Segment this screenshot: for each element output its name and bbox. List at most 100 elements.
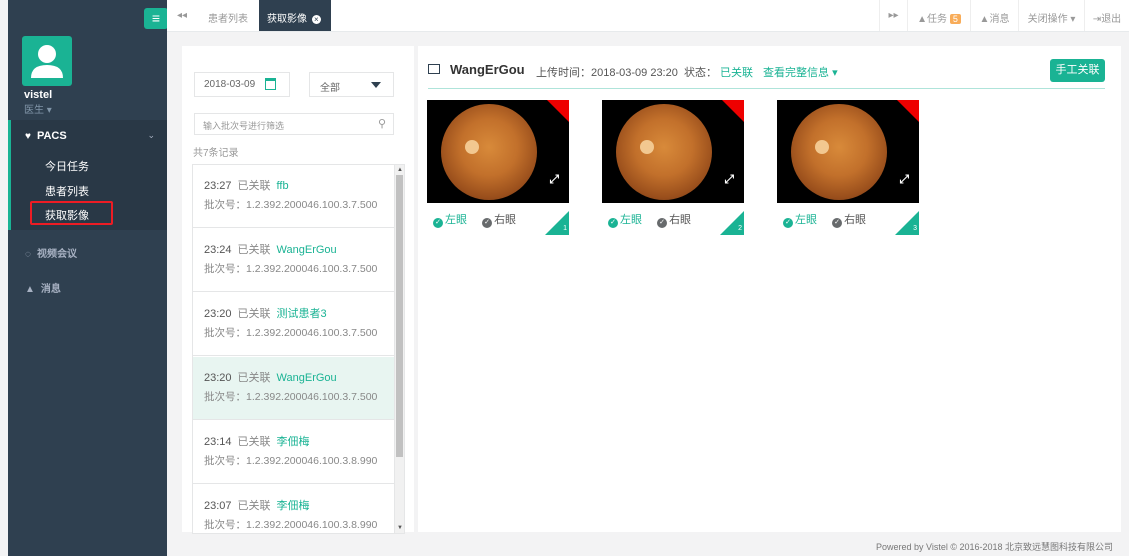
tasks-button[interactable]: ▲任务 5 [907, 0, 970, 31]
scroll-thumb[interactable] [396, 175, 403, 457]
record-time: 23:20 [204, 308, 232, 320]
scroll-down-icon[interactable]: ▼ [397, 525, 403, 531]
right-eye-radio[interactable]: ✓ 右眼 [832, 214, 867, 228]
top-bar: ◂◂ 患者列表 获取影像 × ▸▸ ▲任务 5 ▲消息 关闭操作 ▾ ⇥退出 [167, 0, 1129, 32]
tab-get-images[interactable]: 获取影像 × [259, 0, 331, 31]
right-eye-radio[interactable]: ✓ 右眼 [657, 214, 692, 228]
list-item[interactable]: 23:20 已关联 测试患者3 批次号：1.2.392.200046.100.3.7… [193, 293, 395, 356]
right-eye-label: 右眼 [494, 214, 517, 226]
search-icon[interactable]: ⚲ [378, 117, 386, 130]
expand-icon[interactable]: ⤢ [549, 172, 559, 187]
comment-icon: ◌ [25, 249, 31, 260]
check-circle-icon: ✓ [657, 218, 668, 228]
tabs-scroll-left-icon[interactable]: ◂◂ [177, 10, 187, 21]
record-status: 已关联 [237, 308, 271, 320]
record-patient-link[interactable]: WangErGou [277, 244, 337, 256]
sidebar-item-video-conference[interactable]: ◌ 视频会议 [25, 245, 77, 260]
status-select[interactable]: 全部 [309, 72, 394, 97]
list-item[interactable]: 23:27 已关联 ffb 批次号：1.2.392.200046.100.3.7.5… [193, 165, 395, 228]
bell-icon: ▲ [979, 14, 990, 25]
record-batch: 1.2.392.200046.100.3.7.500 [246, 391, 378, 403]
messages-button[interactable]: ▲消息 [970, 0, 1018, 31]
check-circle-icon: ✓ [783, 218, 793, 228]
fundus-image-card[interactable]: ⤢ ✓ 左眼 ✓ 右眼 3 [777, 100, 919, 238]
batch-label: 批次号： [204, 199, 246, 211]
close-icon[interactable]: × [311, 15, 321, 24]
list-item[interactable]: 23:14 已关联 李佃梅 批次号：1.2.392.200046.100.3.8.9… [193, 421, 395, 484]
logout-button[interactable]: ⇥退出 [1084, 0, 1129, 31]
right-eye-label: 右眼 [669, 214, 692, 226]
record-count: 共7条记录 [193, 148, 239, 159]
sidebar-item-messages[interactable]: ▲ 消息 [25, 280, 61, 295]
state-value: 已关联 [720, 67, 753, 79]
date-picker[interactable]: 2018-03-09 [194, 72, 290, 97]
batch-label: 批次号： [204, 519, 246, 531]
record-batch: 1.2.392.200046.100.3.8.990 [246, 519, 378, 531]
sidebar-toggle-button[interactable]: ≡ [144, 8, 168, 29]
fundus-image[interactable]: ⤢ [427, 100, 569, 203]
status-value: 全部 [320, 83, 340, 94]
right-eye-label: 右眼 [844, 214, 867, 226]
state-label: 状态： [684, 67, 717, 79]
tab-patient-list[interactable]: 患者列表 [208, 10, 248, 25]
record-list: 23:27 已关联 ffb 批次号：1.2.392.200046.100.3.7.5… [192, 164, 405, 534]
record-patient-link[interactable]: 李佃梅 [277, 500, 310, 512]
expand-icon[interactable]: ⤢ [899, 172, 909, 187]
sidebar-item-patient-list[interactable]: 患者列表 [45, 183, 89, 199]
tasks-label: 任务 [927, 14, 948, 25]
nav-pacs-label: PACS [36, 130, 67, 142]
patient-name: WangErGou [450, 62, 525, 77]
left-eye-radio[interactable]: ✓ 左眼 [608, 214, 642, 228]
record-batch: 1.2.392.200046.100.3.7.500 [246, 327, 378, 339]
manual-link-button[interactable]: 手工关联 [1050, 59, 1105, 82]
image-index: 1 [563, 225, 567, 232]
record-time: 23:20 [204, 372, 232, 384]
list-item[interactable]: 23:24 已关联 WangErGou 批次号：1.2.392.200046.100… [193, 229, 395, 292]
calendar-icon[interactable] [265, 78, 276, 90]
left-eye-radio[interactable]: ✓ 左眼 [783, 214, 817, 228]
more-info-label: 查看完整信息 [763, 67, 829, 79]
username: vistel [24, 89, 53, 101]
record-batch: 1.2.392.200046.100.3.8.990 [246, 455, 378, 467]
batch-label: 批次号： [204, 327, 246, 339]
bell-icon: ▲ [917, 14, 928, 25]
scroll-up-icon[interactable]: ▲ [397, 167, 403, 173]
fundus-image-card[interactable]: ⤢ ✓ 左眼 ✓ 右眼 2 [602, 100, 744, 238]
record-time: 23:14 [204, 436, 232, 448]
fundus-image-card[interactable]: ⤢ ✓ 左眼 ✓ 右眼 1 [427, 100, 569, 238]
batch-label: 批次号： [204, 391, 246, 403]
record-patient-link[interactable]: 测试患者3 [277, 308, 327, 320]
check-circle-icon: ✓ [608, 218, 618, 228]
view-full-info-link[interactable]: 查看完整信息 ▾ [763, 64, 838, 80]
list-item-selected[interactable]: 23:20 已关联 WangErGou 批次号：1.2.392.200046.100… [193, 357, 395, 420]
sidebar-item-today-tasks[interactable]: 今日任务 [45, 158, 89, 174]
expand-icon[interactable]: ⤢ [724, 172, 734, 187]
user-role-dropdown[interactable]: 医生 ▾ [24, 101, 52, 116]
record-patient-link[interactable]: 李佃梅 [277, 436, 310, 448]
sidebar: ≡ vistel 医生 ▾ ♥ PACS ⌄ 今日任务 患者列表 获取影像 ◌ 视频… [8, 0, 168, 556]
tabs-scroll-right-icon[interactable]: ▸▸ [879, 0, 907, 31]
right-eye-radio[interactable]: ✓ 右眼 [482, 214, 517, 228]
sign-out-icon: ⇥ [1092, 14, 1102, 25]
record-patient-link[interactable]: WangErGou [277, 372, 337, 384]
picture-icon [428, 64, 440, 74]
fundus-image[interactable]: ⤢ [602, 100, 744, 203]
scrollbar[interactable]: ▲ ▼ [394, 165, 404, 533]
nav-pacs-header[interactable]: ♥ PACS [25, 130, 67, 142]
list-item[interactable]: 23:07 已关联 李佃梅 批次号：1.2.392.200046.100.3.8.9… [193, 485, 395, 533]
avatar[interactable] [22, 36, 72, 86]
messages-label: 消息 [40, 284, 61, 295]
caret-down-icon: ▾ [832, 67, 838, 79]
close-operations-dropdown[interactable]: 关闭操作 ▾ [1018, 0, 1084, 31]
record-patient-link[interactable]: ffb [277, 180, 289, 192]
unmarked-corner-flag [547, 100, 569, 122]
sidebar-item-get-images[interactable]: 获取影像 [45, 207, 89, 223]
filter-placeholder: 输入批次号进行筛选 [203, 121, 285, 131]
logout-label: 退出 [1101, 14, 1122, 25]
image-index: 2 [738, 225, 742, 232]
left-eye-radio[interactable]: ✓ 左眼 [433, 214, 467, 228]
fundus-image[interactable]: ⤢ [777, 100, 919, 203]
check-circle-icon: ✓ [433, 218, 443, 228]
batch-filter-input[interactable]: 输入批次号进行筛选 ⚲ [194, 113, 394, 135]
bell-icon: ▲ [25, 284, 35, 295]
